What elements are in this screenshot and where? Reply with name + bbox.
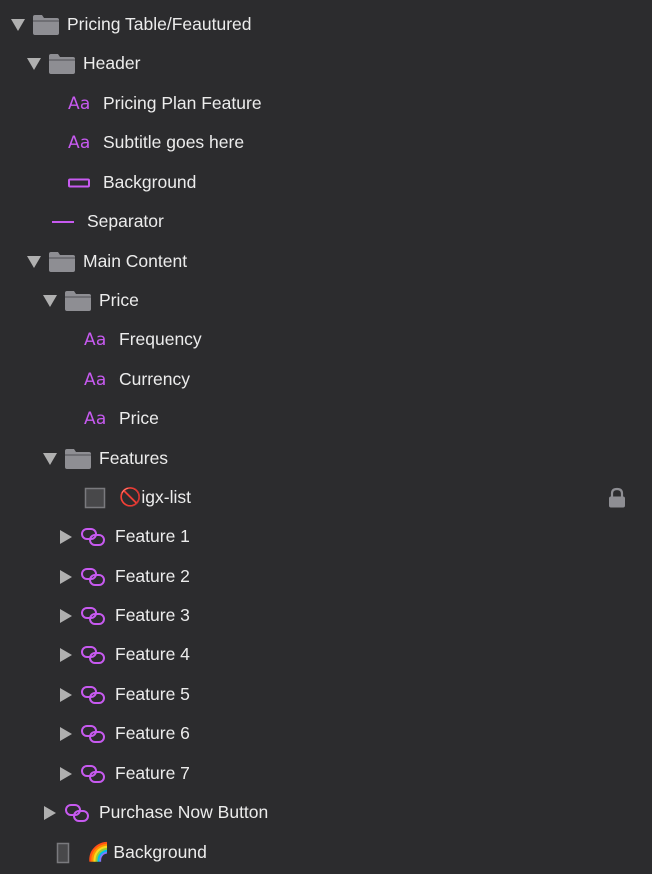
layer-row-header-background[interactable]: Background [0,163,652,202]
lock-icon[interactable] [608,487,626,509]
layer-row-frequency[interactable]: Aa Frequency [0,320,652,359]
disclosure-collapsed-icon[interactable] [58,687,74,703]
folder-icon [48,250,78,274]
hidden-layer-icon [84,486,114,510]
layer-row-header[interactable]: Header [0,44,652,83]
layer-row-features-group[interactable]: Features [0,439,652,478]
symbol-instance-icon [80,643,110,667]
layer-row-pricing-table[interactable]: Pricing Table/Feautured [0,5,652,44]
symbol-instance-icon [80,722,110,746]
text-layer-icon: Aa [68,132,91,153]
text-layer-icon: Aa [68,93,91,114]
layer-label: Header [83,53,141,73]
layer-label: Features [99,448,169,468]
disclosure-expanded-icon[interactable] [26,254,42,270]
line-icon [52,210,82,234]
layer-label: igx-list [141,487,192,507]
layer-row-feature-7[interactable]: Feature 7 [0,754,652,793]
layer-label: Price [119,408,159,428]
layer-row-currency[interactable]: Aa Currency [0,360,652,399]
rainbow-icon: 🌈 [87,842,110,862]
symbol-instance-icon [80,525,110,549]
disclosure-expanded-icon[interactable] [42,293,58,309]
disclosure-collapsed-icon[interactable] [58,608,74,624]
disclosure-collapsed-icon[interactable] [58,569,74,585]
layer-label: Feature 5 [115,684,190,704]
layer-row-pricing-plan-feature[interactable]: Aa Pricing Plan Feature [0,84,652,123]
layer-row-main-background[interactable]: 🌈 Background [0,833,652,872]
folder-icon [32,13,62,37]
layer-label: Pricing Plan Feature [103,93,262,113]
layer-label: Feature 4 [115,644,190,664]
layer-row-separator[interactable]: Separator [0,202,652,241]
folder-icon [48,52,78,76]
rectangle-icon [68,171,98,195]
layer-row-main-content[interactable]: Main Content [0,242,652,281]
disclosure-expanded-icon[interactable] [10,17,26,33]
layer-label: Pricing Table/Feautured [67,14,252,34]
disclosure-expanded-icon[interactable] [26,56,42,72]
layer-label: Currency [119,369,190,389]
layer-label: Background [103,172,197,192]
layer-label: Subtitle goes here [103,132,245,152]
layer-row-purchase-now-button[interactable]: Purchase Now Button [0,793,652,832]
layer-row-price-text[interactable]: Aa Price [0,399,652,438]
layer-row-feature-3[interactable]: Feature 3 [0,596,652,635]
layer-label: Feature 7 [115,763,190,783]
layer-row-feature-4[interactable]: Feature 4 [0,635,652,674]
layer-row-price-group[interactable]: Price [0,281,652,320]
symbol-instance-icon [80,683,110,707]
folder-icon [64,289,94,313]
layer-label: Main Content [83,251,188,271]
artboard-background-icon [56,841,78,865]
layer-label: Feature 1 [115,526,190,546]
disclosure-collapsed-icon[interactable] [42,805,58,821]
layer-row-subtitle[interactable]: Aa Subtitle goes here [0,123,652,162]
text-layer-icon: Aa [84,329,107,350]
prohibited-icon: 🚫 [119,487,142,507]
layer-row-feature-2[interactable]: Feature 2 [0,557,652,596]
symbol-instance-icon [80,604,110,628]
layers-panel: Pricing Table/Feautured Header Aa Pricin… [0,0,652,874]
layer-label: Feature 2 [115,566,190,586]
layer-label: Feature 3 [115,605,190,625]
layer-row-feature-1[interactable]: Feature 1 [0,517,652,556]
layer-row-igx-list[interactable]: 🚫 igx-list [0,478,652,517]
symbol-instance-icon [80,762,110,786]
symbol-instance-icon [80,565,110,589]
layer-label: Feature 6 [115,723,190,743]
layer-label: Separator [87,211,164,231]
layer-label: Background [113,842,207,862]
disclosure-collapsed-icon[interactable] [58,766,74,782]
disclosure-collapsed-icon[interactable] [58,726,74,742]
layer-row-feature-5[interactable]: Feature 5 [0,675,652,714]
symbol-instance-icon [64,801,94,825]
folder-icon [64,447,94,471]
disclosure-collapsed-icon[interactable] [58,529,74,545]
layer-row-feature-6[interactable]: Feature 6 [0,714,652,753]
text-layer-icon: Aa [84,408,107,429]
disclosure-collapsed-icon[interactable] [58,647,74,663]
layer-label: Frequency [119,329,202,349]
disclosure-expanded-icon[interactable] [42,451,58,467]
layer-label: Purchase Now Button [99,802,269,822]
text-layer-icon: Aa [84,369,107,390]
layer-label: Price [99,290,139,310]
